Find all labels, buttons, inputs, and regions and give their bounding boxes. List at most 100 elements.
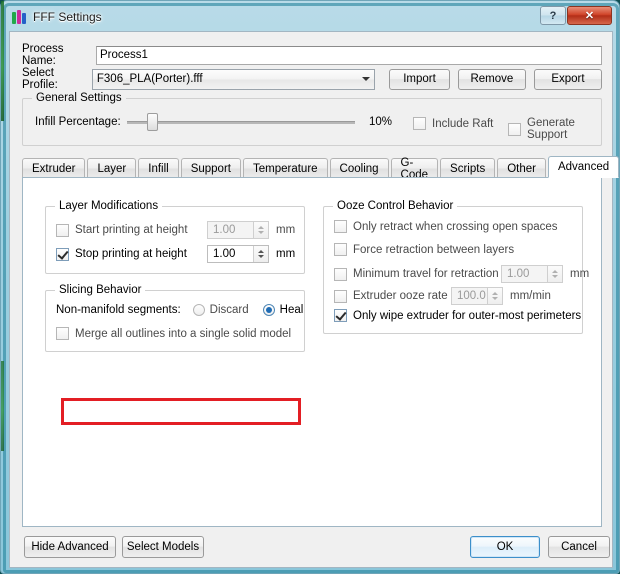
desktop-bleed-left-bottom — [1, 361, 4, 451]
only-wipe-extruder-label: Only wipe extruder for outer-most perime… — [353, 309, 582, 322]
merge-outlines-row: Merge all outlines into a single solid m… — [56, 327, 291, 340]
start-printing-height-spinner[interactable]: 1.00 — [207, 221, 269, 239]
minimum-travel-value: 1.00 — [507, 268, 530, 280]
infill-percentage-value: 10% — [369, 116, 393, 128]
only-wipe-extruder-checkbox[interactable]: Only wipe extruder for outer-most perime… — [334, 309, 581, 322]
tab-gcode[interactable]: G-Code — [390, 157, 439, 181]
extruder-ooze-rate-checkbox[interactable]: Extruder ooze rate — [334, 289, 451, 303]
start-printing-height-unit: mm — [276, 224, 296, 236]
include-raft-checkbox[interactable]: Include Raft — [413, 117, 493, 130]
spinner-arrows-icon[interactable] — [487, 288, 502, 304]
stop-printing-height-value: 1.00 — [213, 248, 236, 260]
window-title: FFF Settings — [33, 10, 102, 24]
tab-extruder[interactable]: Extruder — [22, 158, 86, 178]
tab-scripts[interactable]: Scripts — [440, 158, 496, 178]
start-printing-at-height-checkbox[interactable]: Start printing at height — [56, 223, 207, 237]
only-retract-label: Only retract when crossing open spaces — [353, 220, 558, 233]
settings-tabstrip: Extruder Layer Infill Support Temperatur… — [22, 156, 620, 181]
red-highlight-annotation — [61, 398, 301, 425]
export-button[interactable]: Export — [533, 68, 602, 90]
radio-discard-label: Discard — [209, 304, 249, 316]
only-retract-checkbox[interactable]: Only retract when crossing open spaces — [334, 220, 558, 233]
window-frame: FFF Settings ? ✕ Process Name: Process1 … — [0, 0, 620, 574]
minimum-travel-label: Minimum travel for retraction — [353, 268, 499, 280]
tab-cooling[interactable]: Cooling — [329, 158, 389, 178]
minimum-travel-spinner[interactable]: 1.00 — [501, 265, 563, 283]
select-profile-label: Select Profile: — [22, 67, 58, 91]
extruder-ooze-rate-unit: mm/min — [510, 290, 551, 302]
ooze-control-group: Ooze Control Behavior Only retract when … — [323, 200, 589, 334]
infill-percentage-label: Infill Percentage: — [35, 116, 121, 128]
select-models-button[interactable]: Select Models — [122, 536, 204, 558]
window-controls: ? ✕ — [539, 6, 612, 25]
extruder-ooze-rate-row: Extruder ooze rate 100.0 mm/min — [334, 287, 551, 305]
general-settings-group: General Settings Infill Percentage: 10% … — [22, 92, 602, 146]
radio-heal[interactable]: Heal — [262, 304, 304, 316]
tab-support[interactable]: Support — [180, 158, 241, 178]
slicing-behavior-group: Slicing Behavior Non-manifold segments: … — [45, 284, 305, 352]
extruder-ooze-rate-spinner[interactable]: 100.0 — [451, 287, 503, 305]
cancel-button[interactable]: Cancel — [548, 536, 610, 558]
stop-printing-height-spinner[interactable]: 1.00 — [207, 245, 269, 263]
process-name-input[interactable]: Process1 — [96, 45, 602, 65]
remove-button[interactable]: Remove — [457, 68, 526, 90]
start-printing-at-height-row: Start printing at height 1.00 mm — [56, 221, 295, 239]
merge-outlines-checkbox[interactable]: Merge all outlines into a single solid m… — [56, 327, 291, 340]
force-retraction-row: Force retraction between layers — [334, 243, 514, 256]
tab-advanced[interactable]: Advanced — [547, 156, 620, 178]
tab-other[interactable]: Other — [497, 158, 546, 178]
stop-printing-at-height-row: Stop printing at height 1.00 mm — [56, 245, 295, 263]
advanced-tab-panel: Layer Modifications Start printing at he… — [22, 177, 602, 527]
tab-infill[interactable]: Infill — [138, 158, 179, 178]
force-retraction-label: Force retraction between layers — [353, 243, 515, 256]
extruder-ooze-rate-value: 100.0 — [457, 290, 486, 302]
checkbox-box — [508, 122, 521, 136]
force-retraction-checkbox[interactable]: Force retraction between layers — [334, 243, 514, 256]
desktop-bleed-left-top — [1, 1, 4, 121]
ok-button[interactable]: OK — [470, 536, 540, 558]
infill-percentage-slider[interactable] — [127, 113, 355, 131]
only-wipe-extruder-row: Only wipe extruder for outer-most perime… — [334, 309, 581, 322]
process-name-label: Process Name: — [22, 43, 64, 67]
checkbox-box — [334, 220, 347, 233]
title-bar[interactable]: FFF Settings ? ✕ — [6, 5, 616, 29]
close-button[interactable]: ✕ — [567, 6, 612, 25]
help-button[interactable]: ? — [540, 6, 566, 25]
non-manifold-segments-label: Non-manifold segments: — [56, 304, 181, 316]
spinner-arrows-icon[interactable] — [253, 222, 268, 238]
stop-printing-at-height-label: Stop printing at height — [75, 248, 187, 260]
ooze-control-title: Ooze Control Behavior — [333, 200, 458, 212]
profile-select-value: F306_PLA(Porter).fff — [96, 73, 203, 85]
slider-thumb[interactable] — [147, 113, 158, 131]
infill-percentage-row: Infill Percentage: 10% — [35, 113, 399, 131]
tab-layer[interactable]: Layer — [87, 158, 137, 178]
stop-printing-height-unit: mm — [276, 248, 296, 260]
profile-select[interactable]: F306_PLA(Porter).fff — [91, 68, 376, 90]
spinner-arrows-icon[interactable] — [253, 246, 268, 262]
checkbox-box — [56, 247, 69, 261]
layer-modifications-title: Layer Modifications — [55, 200, 163, 212]
start-printing-at-height-label: Start printing at height — [75, 224, 188, 236]
import-button[interactable]: Import — [389, 68, 450, 90]
minimum-travel-unit: mm — [570, 268, 590, 280]
layer-modifications-group: Layer Modifications Start printing at he… — [45, 200, 305, 274]
merge-outlines-label: Merge all outlines into a single solid m… — [75, 327, 292, 340]
radio-dot — [262, 304, 275, 316]
select-profile-row: Select Profile: F306_PLA(Porter).fff Imp… — [22, 67, 602, 91]
minimum-travel-checkbox[interactable]: Minimum travel for retraction — [334, 267, 501, 281]
stop-printing-at-height-checkbox[interactable]: Stop printing at height — [56, 247, 207, 261]
generate-support-checkbox[interactable]: Generate Support — [508, 117, 601, 141]
spinner-arrows-icon[interactable] — [547, 266, 562, 282]
checkbox-box — [334, 309, 347, 322]
radio-discard[interactable]: Discard — [192, 304, 249, 316]
slider-track — [127, 121, 355, 124]
only-retract-row: Only retract when crossing open spaces — [334, 220, 558, 233]
hide-advanced-button[interactable]: Hide Advanced — [24, 536, 116, 558]
general-settings-title: General Settings — [32, 92, 126, 104]
slicing-behavior-title: Slicing Behavior — [55, 284, 146, 296]
non-manifold-segments-row: Non-manifold segments: Discard Heal — [56, 304, 303, 316]
extruder-ooze-rate-label: Extruder ooze rate — [353, 290, 448, 302]
radio-heal-label: Heal — [279, 304, 304, 316]
generate-support-label: Generate Support — [527, 117, 575, 141]
tab-temperature[interactable]: Temperature — [242, 158, 328, 178]
